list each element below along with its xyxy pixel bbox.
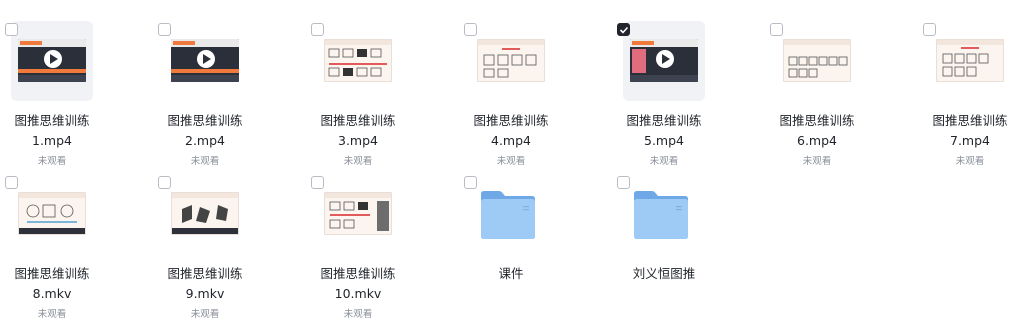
play-icon — [44, 50, 62, 68]
video-thumbnail — [477, 39, 545, 82]
checkbox-icon[interactable] — [770, 23, 783, 36]
video-thumbnail — [18, 39, 86, 82]
file-name[interactable]: 图推思维训练 3.mp4 — [298, 111, 418, 151]
checkbox-icon[interactable] — [464, 23, 477, 36]
thumbnail[interactable] — [464, 21, 552, 101]
video-thumbnail — [630, 39, 698, 82]
thumbnail[interactable] — [770, 21, 858, 101]
watch-status: 未观看 — [343, 309, 373, 320]
file-tile[interactable]: 图推思维训练 7.mp4 未观看 — [910, 21, 1024, 181]
watch-status: 未观看 — [802, 156, 832, 167]
watch-status: 未观看 — [37, 156, 67, 167]
video-thumbnail — [783, 39, 851, 82]
file-name[interactable]: 图推思维训练 10.mkv — [298, 264, 418, 304]
watch-status: 未观看 — [343, 156, 373, 167]
file-tile[interactable]: 图推思维训练 10.mkv 未观看 — [298, 174, 418, 333]
file-name[interactable]: 图推思维训练 2.mp4 — [145, 111, 265, 151]
checkbox-icon[interactable] — [5, 23, 18, 36]
file-name-line2: 10.mkv — [334, 286, 382, 301]
play-icon — [197, 50, 215, 68]
watch-status: 未观看 — [190, 156, 220, 167]
checkbox-icon[interactable] — [158, 176, 171, 189]
thumbnail[interactable] — [923, 21, 1011, 101]
folder-tile[interactable]: 刘义恒图推 — [604, 174, 724, 333]
file-name[interactable]: 刘义恒图推 — [604, 264, 724, 284]
file-name-line1: 图推思维训练 — [626, 113, 702, 128]
file-name-line2: 6.mp4 — [797, 133, 837, 148]
file-name-line2: 7.mp4 — [950, 133, 990, 148]
folder-tile[interactable]: 课件 — [451, 174, 571, 333]
video-thumbnail — [171, 39, 239, 82]
thumbnail[interactable] — [617, 21, 705, 101]
thumbnail[interactable] — [5, 21, 93, 101]
checkbox-icon[interactable] — [617, 176, 630, 189]
checkbox-icon[interactable] — [923, 23, 936, 36]
checkbox-icon[interactable] — [5, 176, 18, 189]
file-name-line1: 刘义恒图推 — [632, 266, 696, 281]
file-name-line2: 5.mp4 — [644, 133, 684, 148]
thumbnail[interactable] — [311, 21, 399, 101]
file-name-line1: 图推思维训练 — [320, 266, 396, 281]
watch-status: 未观看 — [649, 156, 679, 167]
file-tile[interactable]: 图推思维训练 6.mp4 未观看 — [757, 21, 877, 181]
checkbox-icon[interactable] — [311, 176, 324, 189]
watch-status: 未观看 — [955, 156, 985, 167]
video-thumbnail — [18, 192, 86, 235]
file-name[interactable]: 图推思维训练 7.mp4 — [910, 111, 1024, 151]
watch-status: 未观看 — [496, 156, 526, 167]
file-tile[interactable]: 图推思维训练 1.mp4 未观看 — [0, 21, 112, 181]
thumbnail[interactable] — [5, 174, 93, 254]
watch-status: 未观看 — [37, 309, 67, 320]
folder-icon — [481, 191, 535, 239]
watch-status: 未观看 — [190, 309, 220, 320]
checkbox-icon[interactable] — [311, 23, 324, 36]
file-name-line1: 课件 — [498, 266, 524, 281]
file-name[interactable]: 图推思维训练 4.mp4 — [451, 111, 571, 151]
thumbnail[interactable] — [311, 174, 399, 254]
file-tile[interactable]: 图推思维训练 8.mkv 未观看 — [0, 174, 112, 333]
thumbnail[interactable] — [464, 174, 552, 254]
file-name-line1: 图推思维训练 — [320, 113, 396, 128]
file-name-line1: 图推思维训练 — [167, 113, 243, 128]
file-tile[interactable]: 图推思维训练 2.mp4 未观看 — [145, 21, 265, 181]
checkbox-icon[interactable] — [617, 23, 630, 36]
file-name[interactable]: 图推思维训练 5.mp4 — [604, 111, 724, 151]
file-name-line1: 图推思维训练 — [932, 113, 1008, 128]
play-icon — [656, 50, 674, 68]
file-tile[interactable]: 图推思维训练 3.mp4 未观看 — [298, 21, 418, 181]
file-name[interactable]: 图推思维训练 8.mkv — [0, 264, 112, 304]
file-name[interactable]: 图推思维训练 6.mp4 — [757, 111, 877, 151]
file-tile[interactable]: 图推思维训练 9.mkv 未观看 — [145, 174, 265, 333]
file-name-line1: 图推思维训练 — [14, 266, 90, 281]
video-thumbnail — [936, 39, 1004, 82]
file-name-line2: 2.mp4 — [185, 133, 225, 148]
file-name-line2: 1.mp4 — [32, 133, 72, 148]
video-thumbnail — [171, 192, 239, 235]
file-name[interactable]: 图推思维训练 9.mkv — [145, 264, 265, 304]
thumbnail[interactable] — [158, 21, 246, 101]
folder-icon — [634, 191, 688, 239]
file-name-line2: 8.mkv — [32, 286, 72, 301]
checkbox-icon[interactable] — [158, 23, 171, 36]
file-name-line2: 4.mp4 — [491, 133, 531, 148]
video-thumbnail — [324, 39, 392, 82]
file-name-line1: 图推思维训练 — [167, 266, 243, 281]
file-tile[interactable]: 图推思维训练 4.mp4 未观看 — [451, 21, 571, 181]
file-name[interactable]: 课件 — [451, 264, 571, 284]
file-name[interactable]: 图推思维训练 1.mp4 — [0, 111, 112, 151]
video-thumbnail — [324, 192, 392, 235]
file-name-line1: 图推思维训练 — [14, 113, 90, 128]
file-grid: 图推思维训练 1.mp4 未观看 图推思维训练 2.mp4 未观看 图推思维训练… — [0, 0, 1024, 333]
file-tile[interactable]: 图推思维训练 5.mp4 未观看 — [604, 21, 724, 181]
thumbnail[interactable] — [158, 174, 246, 254]
file-name-line2: 3.mp4 — [338, 133, 378, 148]
file-name-line1: 图推思维训练 — [473, 113, 549, 128]
checkbox-icon[interactable] — [464, 176, 477, 189]
thumbnail[interactable] — [617, 174, 705, 254]
file-name-line2: 9.mkv — [185, 286, 225, 301]
file-name-line1: 图推思维训练 — [779, 113, 855, 128]
